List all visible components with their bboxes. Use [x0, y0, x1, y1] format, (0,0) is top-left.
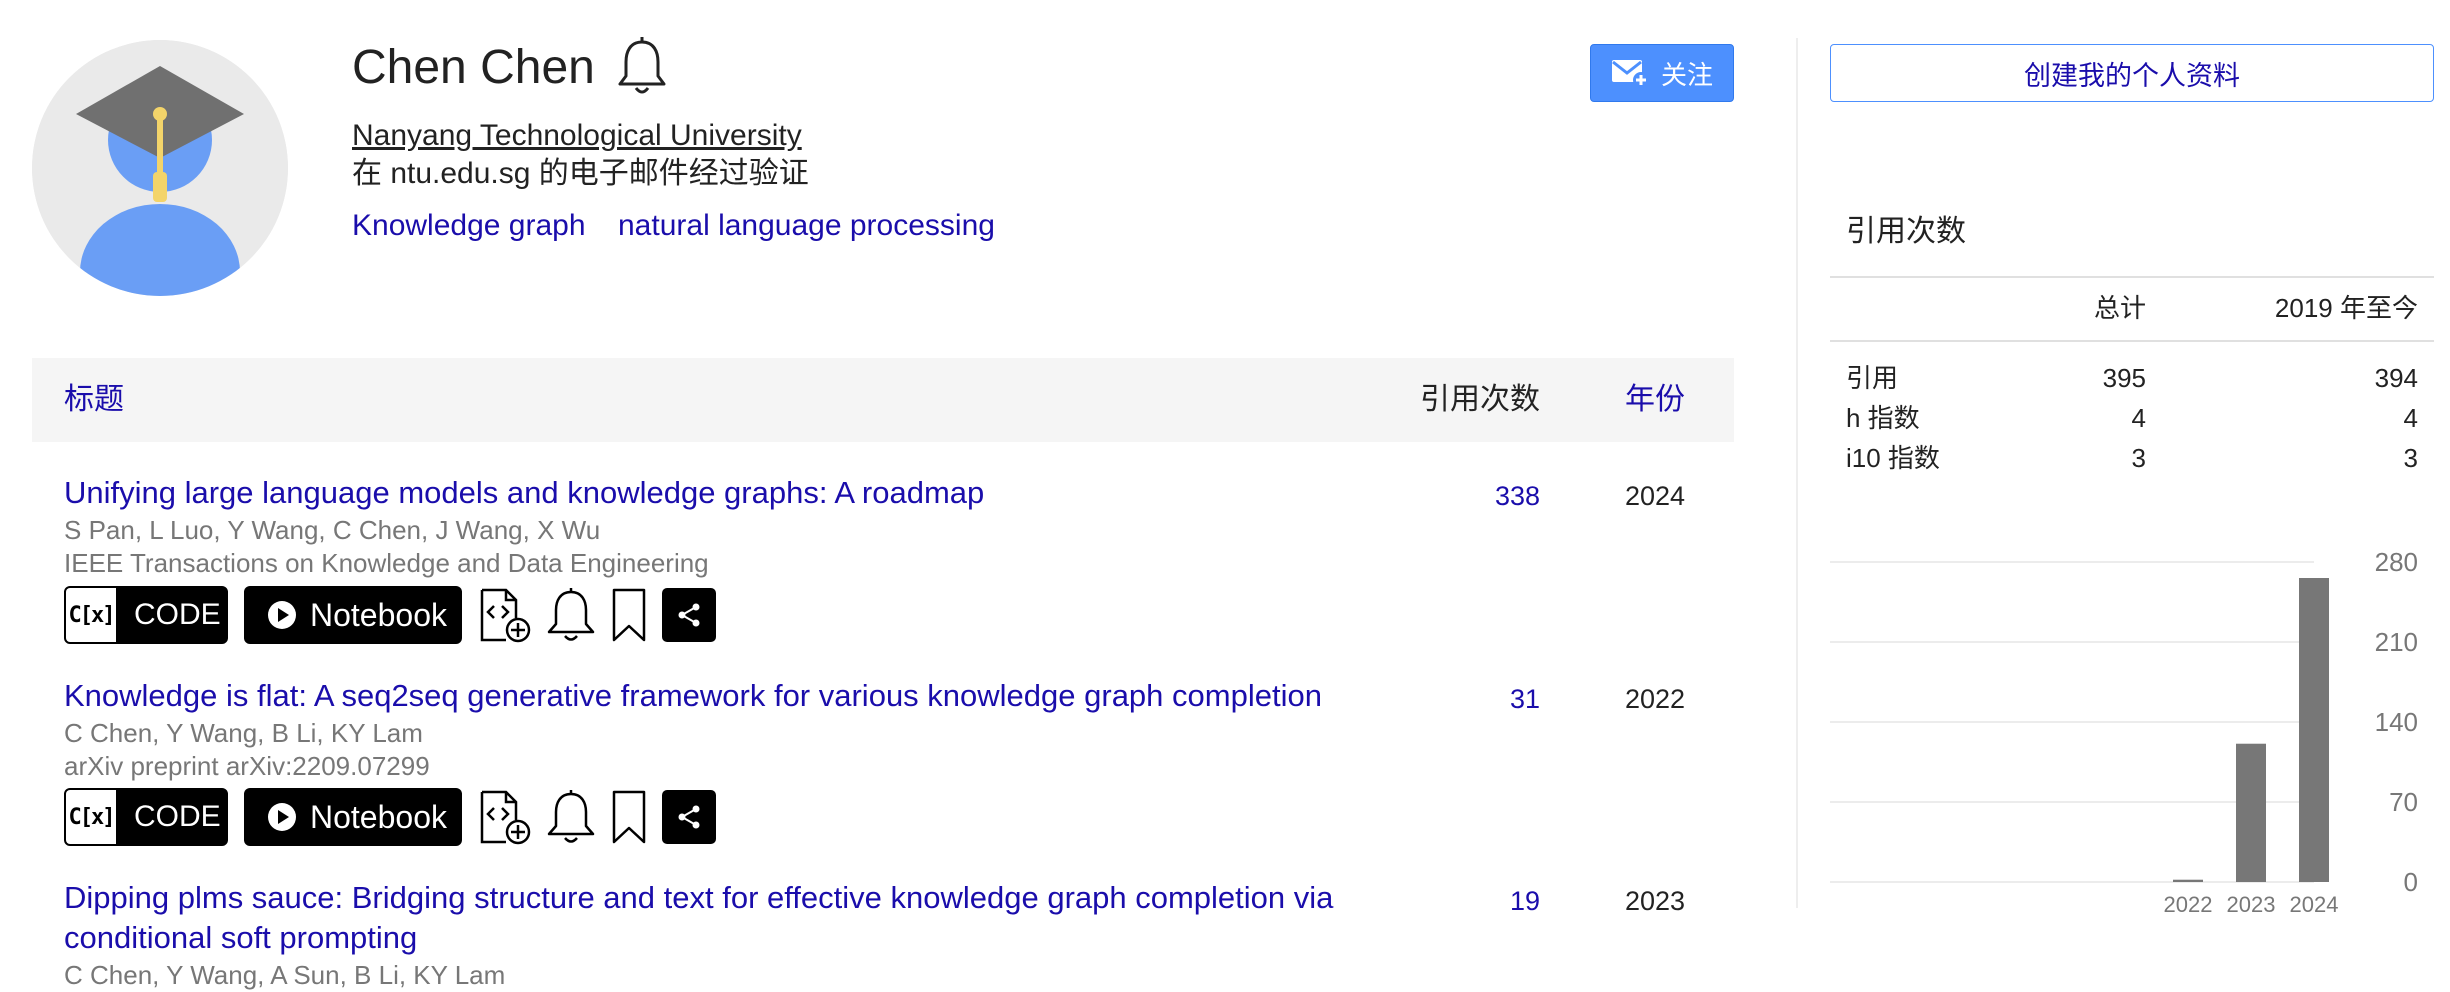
notebook-label: Notebook — [310, 798, 447, 835]
code-button[interactable]: C[x] CODE — [64, 788, 228, 846]
article-authors: S Pan, L Luo, Y Wang, C Chen, J Wang, X … — [64, 515, 601, 545]
bookmark-icon[interactable] — [600, 788, 658, 846]
article-venue: IEEE Transactions on Knowledge and Data … — [64, 548, 709, 578]
notebook-button[interactable]: Notebook — [244, 586, 462, 644]
stat-since-value: 4 — [2403, 403, 2418, 433]
follow-button[interactable]: 关注 — [1590, 44, 1734, 102]
stat-since-value: 394 — [2374, 363, 2418, 393]
code-button[interactable]: C[x] CODE — [64, 586, 228, 644]
chart-x-tick-label: 2023 — [2227, 892, 2276, 917]
code-icon: C[x] — [66, 588, 116, 642]
article-year: 2024 — [1624, 481, 1686, 511]
chart-x-tick-label: 2022 — [2164, 892, 2213, 917]
article-venue: arXiv preprint arXiv:2209.07299 — [64, 751, 430, 781]
article-cited-by-link[interactable]: 19 — [1420, 881, 1540, 921]
chart-y-tick-label: 0 — [2404, 867, 2418, 897]
stat-label[interactable]: i10 指数 — [1846, 438, 1940, 478]
article-authors: C Chen, Y Wang, A Sun, B Li, KY Lam — [64, 960, 506, 990]
stat-all-value: 3 — [2131, 443, 2146, 473]
chart-x-tick-label: 2024 — [2290, 892, 2339, 917]
stat-label[interactable]: h 指数 — [1846, 398, 1920, 438]
article-title-link[interactable]: Knowledge is flat: A seq2seq generative … — [64, 676, 1404, 716]
chart-bar[interactable] — [2299, 578, 2329, 882]
stat-since-value: 3 — [2403, 443, 2418, 473]
chart-bar[interactable] — [2236, 743, 2266, 882]
chart-y-tick-label: 280 — [2375, 547, 2418, 577]
follow-mail-icon — [1611, 60, 1649, 88]
stat-all-value: 395 — [2102, 363, 2146, 393]
share-icon[interactable] — [662, 588, 716, 642]
alert-bell-icon[interactable] — [542, 788, 600, 846]
divider — [1830, 276, 2434, 278]
chart-bar[interactable] — [2173, 879, 2203, 882]
alert-bell-icon[interactable] — [542, 586, 600, 644]
sort-by-year-link[interactable]: 年份 — [1610, 380, 1700, 420]
code-label: CODE — [134, 598, 221, 631]
code-icon: C[x] — [66, 790, 116, 844]
citations-heading: 引用次数 — [1846, 215, 1966, 248]
code-label: CODE — [134, 800, 221, 833]
chart-y-tick-label: 210 — [2375, 627, 2418, 657]
default-avatar-icon — [32, 40, 288, 296]
citations-bar-chart: 280 210 140 70 0 2022 2023 2024 — [1830, 547, 2418, 917]
interest-link[interactable]: natural language processing — [618, 208, 995, 244]
bell-icon[interactable] — [616, 36, 668, 96]
article-cited-by-link[interactable]: 31 — [1420, 679, 1540, 719]
bookmark-icon[interactable] — [600, 586, 658, 644]
notebook-button[interactable]: Notebook — [244, 788, 462, 846]
play-icon — [268, 601, 296, 629]
cited-by-header[interactable]: 引用次数 — [1400, 380, 1540, 420]
avatar — [32, 40, 288, 296]
sidebar-divider — [1796, 38, 1798, 908]
article-title-link[interactable]: Unifying large language models and knowl… — [64, 473, 1404, 513]
follow-label: 关注 — [1660, 59, 1713, 90]
stat-label: 引用 — [1846, 363, 1899, 393]
notebook-label: Notebook — [310, 596, 447, 633]
article-authors: C Chen, Y Wang, B Li, KY Lam — [64, 718, 423, 748]
interest-link[interactable]: Knowledge graph — [352, 208, 586, 244]
embed-add-icon[interactable] — [476, 586, 534, 644]
affiliation-link[interactable]: Nanyang Technological University — [352, 118, 802, 154]
embed-add-icon[interactable] — [476, 788, 534, 846]
create-profile-button[interactable]: 创建我的个人资料 — [1830, 44, 2434, 102]
article-title-link[interactable]: Dipping plms sauce: Bridging structure a… — [64, 878, 1404, 958]
article-year: 2023 — [1624, 886, 1686, 916]
play-icon — [268, 803, 296, 831]
article-cited-by-link[interactable]: 338 — [1420, 476, 1540, 516]
chart-y-tick-label: 140 — [2375, 707, 2418, 737]
col-all-header: 总计 — [2093, 293, 2146, 323]
divider — [1830, 340, 2434, 342]
sort-by-title-link[interactable]: 标题 — [64, 380, 124, 420]
col-since-header: 2019 年至今 — [2274, 293, 2418, 323]
share-icon[interactable] — [662, 790, 716, 844]
article-year: 2022 — [1624, 684, 1686, 714]
chart-y-tick-label: 70 — [2389, 787, 2418, 817]
profile-name: Chen Chen — [352, 41, 595, 94]
verified-email-text: 在 ntu.edu.sg 的电子邮件经过验证 — [352, 157, 809, 190]
stat-all-value: 4 — [2131, 403, 2146, 433]
